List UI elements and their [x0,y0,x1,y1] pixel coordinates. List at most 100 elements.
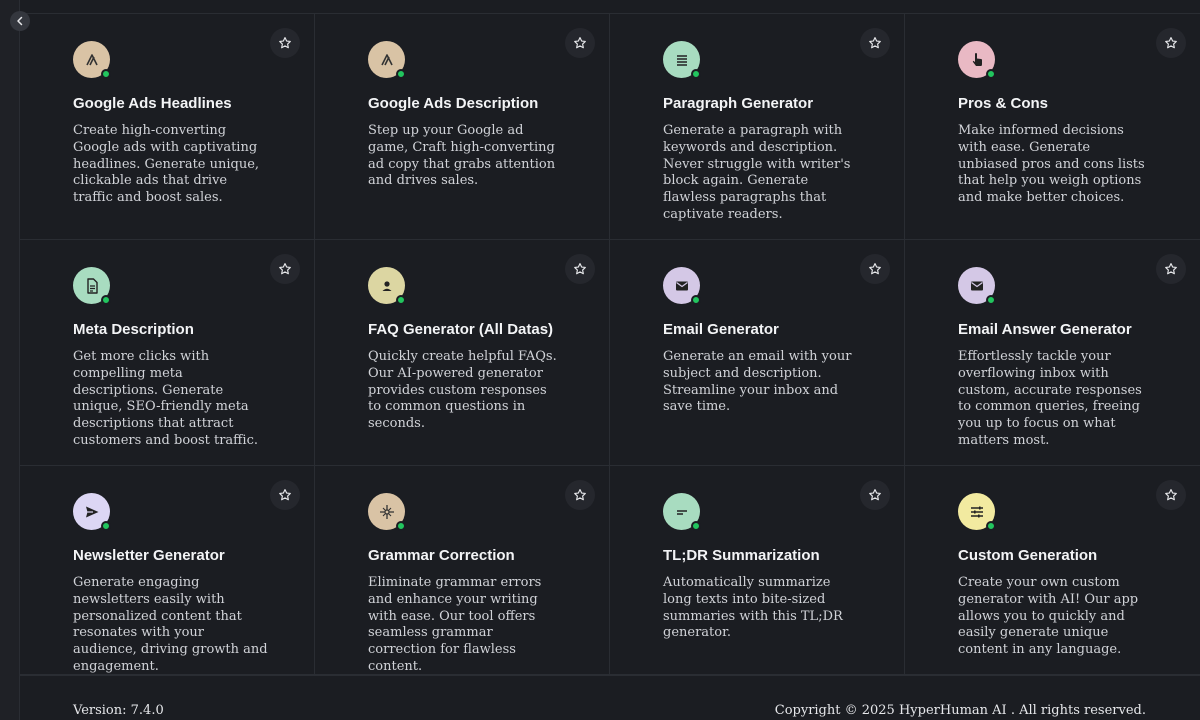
card-description: Generate engaging newsletters easily wit… [73,575,268,674]
generator-icon-badge [663,267,701,305]
generator-icon-badge [958,41,996,79]
google-ads-icon [380,53,393,65]
generator-icon-badge [958,267,996,305]
send-icon [85,506,98,517]
chevron-left-icon [17,16,23,26]
star-icon [574,489,586,501]
generator-card[interactable]: Custom Generation Create your own custom… [905,466,1200,675]
online-status-dot [691,521,701,531]
card-title: Newsletter Generator [73,547,225,564]
favorite-button[interactable] [1156,254,1186,284]
online-status-dot [101,521,111,531]
card-title: TL;DR Summarization [663,547,820,564]
online-status-dot [986,521,996,531]
mail-icon [970,281,983,290]
star-icon [1165,37,1177,49]
card-title: Email Answer Generator [958,321,1132,338]
card-title: Grammar Correction [368,547,515,564]
star-icon [279,489,291,501]
online-status-dot [691,69,701,79]
sidebar-edge [0,0,20,720]
sparkle-icon [379,504,394,519]
top-divider [20,0,1200,14]
generator-icon-badge [73,267,111,305]
card-description: Step up your Google ad game, Craft high-… [368,123,556,189]
favorite-button[interactable] [565,254,595,284]
online-status-dot [396,69,406,79]
google-ads-icon [85,53,98,65]
card-description: Create your own custom generator with AI… [958,575,1139,658]
generator-icon-badge [368,41,406,79]
star-icon [869,263,881,275]
generator-card[interactable]: TL;DR Summarization Automatically summar… [610,466,905,675]
card-description: Automatically summarize long texts into … [663,575,843,641]
card-description: Make informed decisions with ease. Gener… [958,123,1145,206]
footer: Version: 7.4.0 Copyright © 2025 HyperHum… [20,675,1200,720]
card-description: Effortlessly tackle your overflowing inb… [958,349,1142,448]
star-icon [869,37,881,49]
person-icon [382,280,391,291]
generator-card[interactable]: FAQ Generator (All Datas) Quickly create… [315,240,610,466]
generator-card[interactable]: Pros & Cons Make informed decisions with… [905,14,1200,240]
card-title: Google Ads Headlines [73,95,232,112]
favorite-button[interactable] [1156,480,1186,510]
sliders-icon [970,506,983,517]
generator-card[interactable]: Google Ads Description Step up your Goog… [315,14,610,240]
collapse-sidebar-button[interactable] [10,11,30,31]
mail-icon [675,281,688,290]
star-icon [574,263,586,275]
copyright-text: Copyright © 2025 HyperHuman AI . All rig… [774,703,1146,718]
card-description: Generate a paragraph with keywords and d… [663,123,851,222]
card-description: Generate an email with your subject and … [663,349,852,415]
online-status-dot [691,295,701,305]
favorite-button[interactable] [270,254,300,284]
favorite-button[interactable] [270,480,300,510]
star-icon [1165,489,1177,501]
online-status-dot [101,69,111,79]
generator-card[interactable]: Meta Description Get more clicks with co… [20,240,315,466]
generator-icon-badge [368,493,406,531]
generator-card[interactable]: Paragraph Generator Generate a paragraph… [610,14,905,240]
star-icon [574,37,586,49]
generator-card[interactable]: Email Generator Generate an email with y… [610,240,905,466]
generator-icon-badge [368,267,406,305]
favorite-button[interactable] [565,480,595,510]
favorite-button[interactable] [860,28,890,58]
card-description: Get more clicks with compelling meta des… [73,349,258,448]
online-status-dot [396,295,406,305]
star-icon [279,37,291,49]
card-description: Eliminate grammar errors and enhance you… [368,575,542,674]
document-icon [86,277,98,294]
favorite-button[interactable] [565,28,595,58]
online-status-dot [986,295,996,305]
favorite-button[interactable] [270,28,300,58]
generator-card[interactable]: Email Answer Generator Effortlessly tack… [905,240,1200,466]
card-title: Custom Generation [958,547,1098,564]
card-title: Meta Description [73,321,194,338]
paragraph-icon [676,54,687,66]
favorite-button[interactable] [860,254,890,284]
star-icon [1165,263,1177,275]
generator-grid: Google Ads Headlines Create high-convert… [20,14,1200,675]
generator-card[interactable]: Newsletter Generator Generate engaging n… [20,466,315,675]
favorite-button[interactable] [860,480,890,510]
version-text: Version: 7.4.0 [73,703,164,718]
card-description: Create high-converting Google ads with c… [73,123,260,206]
star-icon [869,489,881,501]
card-description: Quickly create helpful FAQs. Our AI-powe… [368,349,557,432]
pointer-hand-icon [972,52,982,66]
card-title: Paragraph Generator [663,95,814,112]
short-text-icon [676,509,687,515]
generator-card[interactable]: Google Ads Headlines Create high-convert… [20,14,315,240]
generator-icon-badge [73,493,111,531]
generator-card[interactable]: Grammar Correction Eliminate grammar err… [315,466,610,675]
online-status-dot [396,521,406,531]
favorite-button[interactable] [1156,28,1186,58]
generator-icon-badge [663,41,701,79]
generator-icon-badge [958,493,996,531]
star-icon [279,263,291,275]
online-status-dot [986,69,996,79]
card-title: Email Generator [663,321,779,338]
card-title: FAQ Generator (All Datas) [368,321,554,338]
card-title: Pros & Cons [958,95,1049,112]
